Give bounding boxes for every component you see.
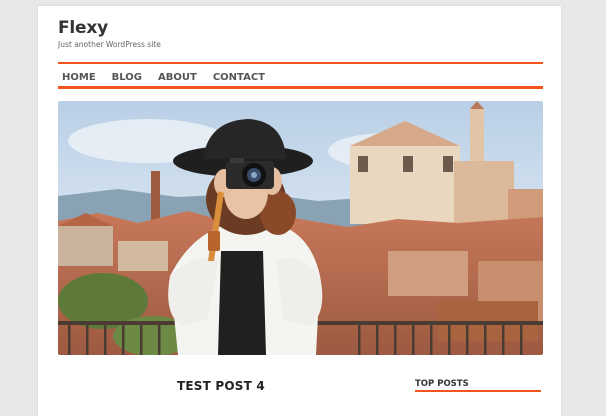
- nav-divider: [58, 86, 543, 89]
- header-divider: [58, 62, 543, 64]
- nav-item-about[interactable]: ABOUT: [158, 72, 197, 83]
- nav-item-contact[interactable]: CONTACT: [213, 72, 265, 83]
- post-title[interactable]: TEST POST 4: [177, 379, 265, 393]
- hero-photo: [58, 101, 543, 355]
- nav-item-blog[interactable]: BLOG: [112, 72, 142, 83]
- hero-image[interactable]: [58, 101, 543, 355]
- site-title[interactable]: Flexy: [58, 18, 108, 38]
- top-posts-divider: [415, 390, 541, 392]
- top-posts-widget-title: TOP POSTS: [415, 379, 469, 389]
- site-tagline: Just another WordPress site: [58, 40, 161, 49]
- nav-item-home[interactable]: HOME: [62, 72, 96, 83]
- main-nav: HOME BLOG ABOUT CONTACT: [58, 68, 277, 86]
- page-container: Flexy Just another WordPress site HOME B…: [38, 6, 561, 416]
